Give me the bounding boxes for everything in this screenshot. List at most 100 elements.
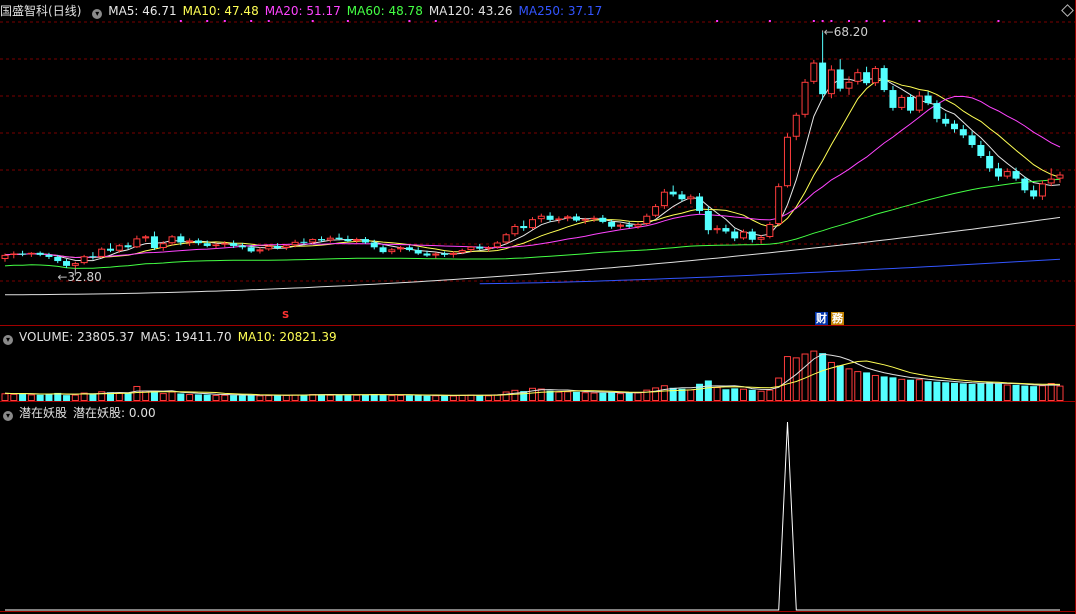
candle-body	[959, 129, 967, 136]
candle	[555, 216, 563, 224]
volume-bar	[986, 382, 994, 401]
volume-bar	[924, 381, 932, 401]
volume-bar	[608, 392, 616, 401]
candle-body	[300, 241, 308, 243]
candle	[889, 85, 897, 111]
candle	[792, 112, 800, 141]
signal-dot	[812, 20, 815, 22]
stock-name[interactable]: 国盛智科(日线)	[0, 4, 85, 18]
volume-bar	[836, 365, 844, 401]
volume-bar	[124, 393, 132, 401]
finance-badge[interactable]: 财	[815, 312, 828, 325]
candle	[951, 120, 958, 133]
candle	[836, 59, 844, 92]
candle	[502, 232, 510, 244]
candle-body	[265, 245, 273, 250]
volume-bar	[256, 395, 264, 401]
volume-bar	[502, 391, 510, 401]
price-panel[interactable]: 国盛智科(日线) ▾ MA5: 46.71 MA10: 47.48 MA20: 51.…	[0, 0, 1076, 326]
volume-bar	[177, 393, 185, 401]
volume-bar	[230, 395, 238, 401]
candle-body	[669, 191, 677, 195]
volume-bar	[344, 395, 352, 401]
candle-body	[45, 254, 53, 257]
signal-dot	[267, 20, 270, 22]
volume-bar	[898, 378, 906, 401]
candle	[766, 221, 774, 239]
volume-bar	[951, 382, 958, 401]
ma20-line	[4, 95, 1061, 259]
collapse-icon[interactable]: ▾	[3, 411, 13, 421]
candle	[933, 100, 941, 123]
volume-bar	[27, 394, 35, 402]
candle	[98, 247, 106, 258]
candle	[388, 248, 396, 255]
signal-dot	[346, 20, 349, 22]
volume-bar	[414, 395, 422, 401]
collapse-icon[interactable]: ▾	[3, 335, 13, 345]
signal-dot	[830, 20, 833, 22]
volume-bar	[265, 395, 273, 401]
candle-body	[142, 236, 150, 239]
business-badge[interactable]: 務	[831, 312, 844, 325]
volume-bar	[1047, 383, 1055, 401]
candle	[669, 185, 677, 197]
candle	[977, 140, 985, 159]
volume-panel[interactable]: ▾ VOLUME: 23805.37 MA5: 19411.70 MA10: 2082…	[0, 326, 1076, 402]
candle-body	[476, 246, 484, 249]
signal-dot	[408, 20, 411, 22]
candle-body	[968, 135, 976, 145]
volume-bar	[704, 380, 712, 401]
candle	[827, 65, 835, 99]
volume-bar	[889, 377, 897, 401]
candle	[1030, 185, 1038, 200]
candle	[959, 125, 967, 139]
indicator-panel[interactable]: ▾ 潜在妖股 潜在妖股: 0.00	[0, 402, 1076, 614]
volume-bar	[766, 389, 774, 401]
price-legend: 国盛智科(日线) ▾ MA5: 46.71 MA10: 47.48 MA20: 51.…	[0, 3, 608, 19]
indicator-chart[interactable]	[0, 402, 1076, 614]
signal-dot	[865, 20, 868, 22]
candle	[599, 215, 607, 224]
candle	[511, 223, 519, 237]
candle-body	[10, 253, 18, 255]
candle-body	[854, 72, 862, 82]
candle-body	[951, 123, 958, 130]
candle-body	[344, 239, 352, 242]
candle	[186, 238, 194, 246]
candle-body	[660, 191, 668, 207]
s-marker-badge[interactable]: S	[281, 309, 290, 322]
volume-bar	[467, 394, 475, 402]
candle	[150, 231, 158, 251]
volume-bar	[63, 395, 71, 401]
candle-body	[467, 246, 475, 251]
collapse-icon[interactable]: ▾	[92, 9, 103, 19]
candle-body	[89, 256, 97, 258]
candle-body	[898, 96, 906, 108]
indicator-line	[5, 421, 1060, 611]
volume-bar	[915, 379, 923, 401]
volume-bar	[300, 394, 308, 401]
price-chart[interactable]	[0, 0, 1076, 326]
volume-bar	[581, 392, 589, 401]
candle	[537, 213, 545, 223]
volume-bar	[212, 394, 220, 401]
candle-body	[458, 250, 466, 253]
volume-bar	[599, 392, 607, 401]
candle	[783, 133, 791, 188]
candle-body	[634, 223, 642, 227]
volume-legend-item-0: VOLUME: 23805.37	[19, 330, 135, 344]
volume-bar	[476, 395, 484, 401]
candle-body	[915, 95, 923, 111]
candle-body	[177, 236, 185, 243]
candle-body	[423, 253, 431, 256]
volume-bar	[19, 393, 27, 401]
signal-dot	[434, 20, 437, 22]
candle-body	[564, 216, 572, 219]
candle-body	[159, 243, 167, 248]
candle-body	[353, 239, 361, 242]
candle	[871, 66, 879, 86]
candle-body	[449, 252, 457, 255]
candle-body	[740, 231, 747, 239]
candle-body	[98, 248, 106, 257]
